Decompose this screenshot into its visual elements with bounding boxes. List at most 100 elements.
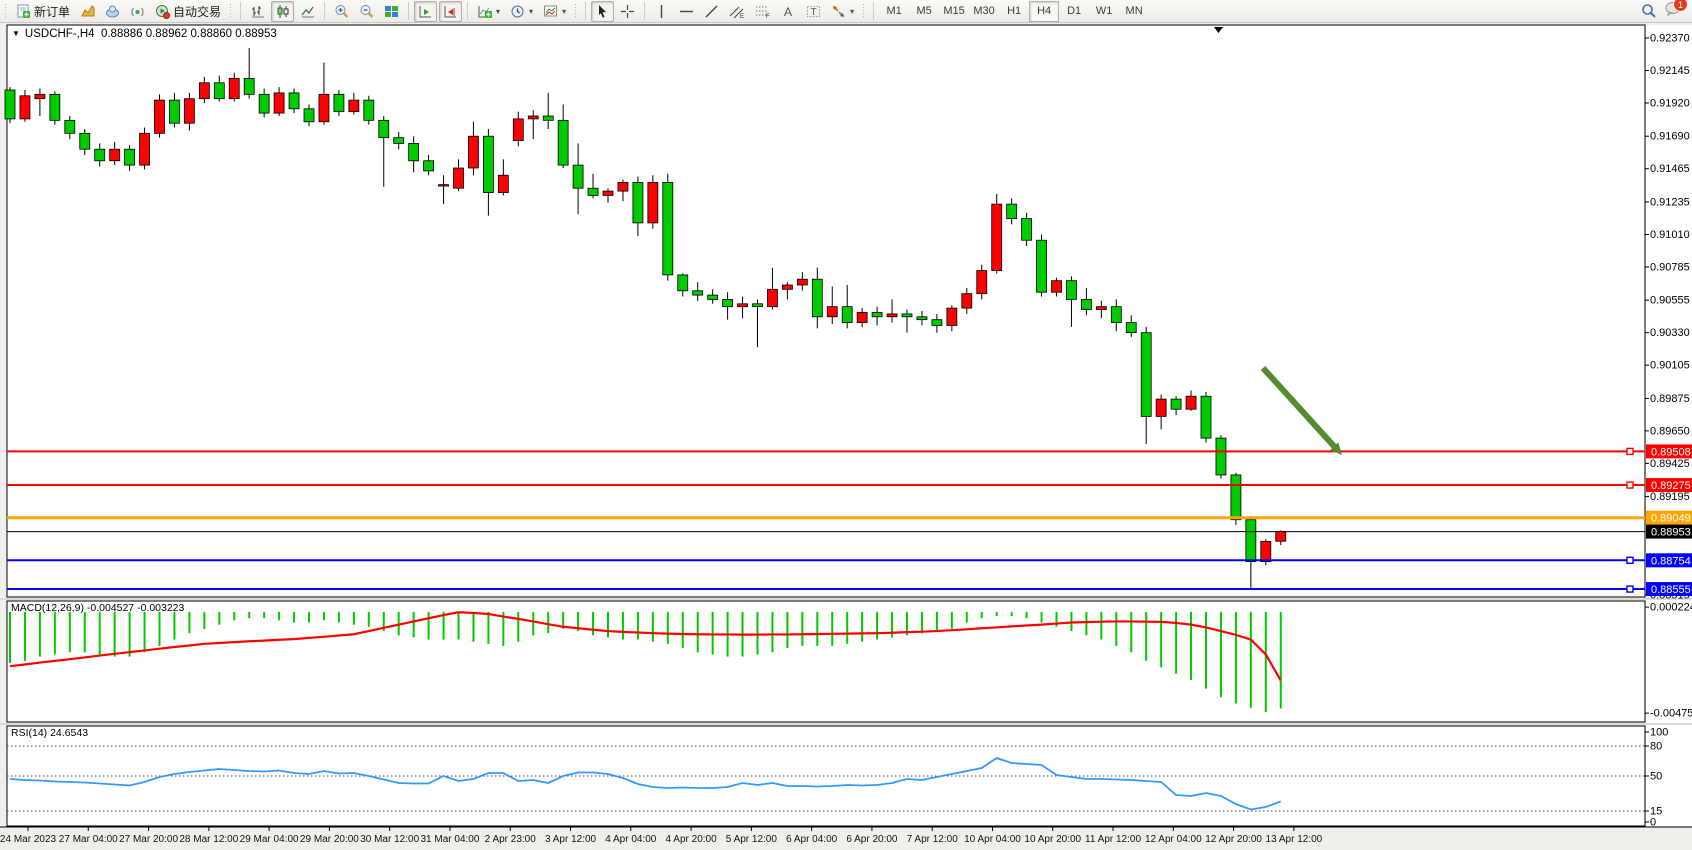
tab-timeframe-h1[interactable]: H1 (999, 1, 1029, 22)
line-handle[interactable] (1627, 557, 1633, 563)
candle-body (439, 185, 449, 186)
candle-body (1022, 219, 1032, 241)
macd-tick-label: 0.000224 (1650, 602, 1692, 614)
price-tick-label: 0.90330 (1650, 327, 1690, 339)
notification-badge: 1 (1673, 0, 1688, 12)
arrows-tool-button[interactable]: ▾ (827, 1, 858, 22)
tab-timeframe-m5[interactable]: M5 (909, 1, 939, 22)
svg-text:T: T (811, 7, 817, 18)
candle-body (827, 307, 837, 317)
candle-body (259, 94, 269, 113)
toolbar-grip[interactable] (4, 3, 8, 19)
candle-body (947, 308, 957, 325)
macd-tick-label: -0.004753 (1650, 708, 1692, 720)
line-handle[interactable] (1627, 482, 1633, 488)
indicators-caret-icon: ▾ (496, 7, 500, 16)
text-tool-button[interactable]: A (777, 1, 800, 22)
candlestick-mode-button[interactable] (271, 1, 294, 22)
trendline-tool-button[interactable] (700, 1, 723, 22)
fibonacci-icon: F (755, 4, 771, 19)
candle-body (483, 136, 493, 192)
candle-body (588, 188, 598, 195)
chart-shift-icon (443, 4, 458, 19)
chart-shift-button[interactable] (439, 1, 462, 22)
svg-text:F: F (766, 14, 770, 19)
chart-collapse-icon[interactable]: ▼ (12, 29, 20, 38)
toolbar-grip[interactable] (862, 3, 866, 19)
date-tick-label: 29 Mar 04:00 (240, 834, 299, 845)
tile-windows-button[interactable] (380, 1, 403, 22)
vertical-line-tool-button[interactable] (650, 1, 673, 22)
horizontal-line-tool-button[interactable] (675, 1, 698, 22)
price-tick-label: 0.90105 (1650, 360, 1690, 372)
tab-timeframe-h4[interactable]: H4 (1029, 1, 1059, 22)
templates-button[interactable]: ▾ (539, 1, 570, 22)
candle-body (20, 96, 30, 119)
candle-body (379, 120, 389, 137)
svg-text:A: A (784, 5, 792, 19)
candle-body (797, 279, 807, 285)
text-label-tool-button[interactable]: T (802, 1, 825, 22)
toolbar-grip[interactable] (574, 3, 578, 19)
bar-chart-mode-button[interactable] (246, 1, 269, 22)
candle-body (80, 133, 90, 149)
crosshair-tool-button[interactable] (616, 1, 639, 22)
candle-body (468, 136, 478, 168)
candle-body (693, 291, 703, 295)
mt4-terminal-window: 新订单 自动交易 (0, 0, 1692, 850)
candle-body (1126, 323, 1136, 333)
toolbar-grip[interactable] (229, 3, 233, 19)
signals-button[interactable] (126, 1, 149, 22)
line-chart-icon (300, 4, 315, 19)
pane-splitter[interactable] (0, 598, 1692, 600)
price-tick-label: 0.91465 (1650, 163, 1690, 175)
candle-body (1276, 532, 1286, 542)
tab-timeframe-m15[interactable]: M15 (939, 1, 969, 22)
candle-body (648, 182, 658, 222)
profiles-button[interactable] (101, 1, 124, 22)
auto-trading-button[interactable]: 自动交易 (151, 1, 225, 22)
date-tick-label: 27 Mar 20:00 (119, 834, 178, 845)
new-chart-button[interactable] (76, 1, 99, 22)
candle-body (1096, 307, 1106, 310)
timeframe-toolbar: M1M5M15M30H1H4D1W1MN (879, 1, 1149, 22)
auto-scroll-button[interactable] (414, 1, 437, 22)
candle-body (394, 138, 404, 144)
svg-text:E: E (740, 14, 744, 19)
equidistant-channel-tool-button[interactable]: E (725, 1, 749, 22)
candle-body (319, 94, 329, 121)
macd-pane (7, 601, 1645, 722)
cursor-tool-button[interactable] (591, 1, 614, 22)
candle-body (1007, 204, 1017, 218)
line-handle[interactable] (1627, 586, 1633, 592)
templates-caret-icon: ▾ (562, 7, 566, 16)
candle-body (409, 143, 419, 160)
pane-splitter[interactable] (0, 723, 1692, 725)
zoom-out-button[interactable] (355, 1, 378, 22)
fibonacci-tool-button[interactable]: F (751, 1, 775, 22)
candle-body (1216, 438, 1226, 475)
indicators-button[interactable]: ▾ (473, 1, 504, 22)
tab-timeframe-w1[interactable]: W1 (1089, 1, 1119, 22)
date-tick-label: 28 Mar 12:00 (179, 834, 238, 845)
zoom-in-button[interactable] (330, 1, 353, 22)
candle-body (992, 204, 1002, 270)
candle-body (528, 116, 538, 119)
line-chart-mode-button[interactable] (296, 1, 319, 22)
tab-timeframe-mn[interactable]: MN (1119, 1, 1149, 22)
signals-icon (130, 4, 145, 19)
tab-timeframe-d1[interactable]: D1 (1059, 1, 1089, 22)
tab-timeframe-m30[interactable]: M30 (969, 1, 999, 22)
notifications-button[interactable]: 1 (1665, 1, 1682, 21)
tab-timeframe-m1[interactable]: M1 (879, 1, 909, 22)
rsi-tick-label: 100 (1650, 727, 1668, 739)
main-pane (7, 25, 1645, 597)
line-handle[interactable] (1627, 448, 1633, 454)
auto-scroll-icon (418, 4, 433, 19)
periods-button[interactable]: ▾ (506, 1, 537, 22)
date-tick-label: 31 Mar 04:00 (420, 834, 479, 845)
new-order-button[interactable]: 新订单 (12, 1, 74, 22)
search-icon[interactable] (1641, 3, 1657, 19)
chart-canvas[interactable]: 0.923700.921450.919200.916900.914650.912… (0, 0, 1692, 850)
candle-body (95, 149, 105, 161)
